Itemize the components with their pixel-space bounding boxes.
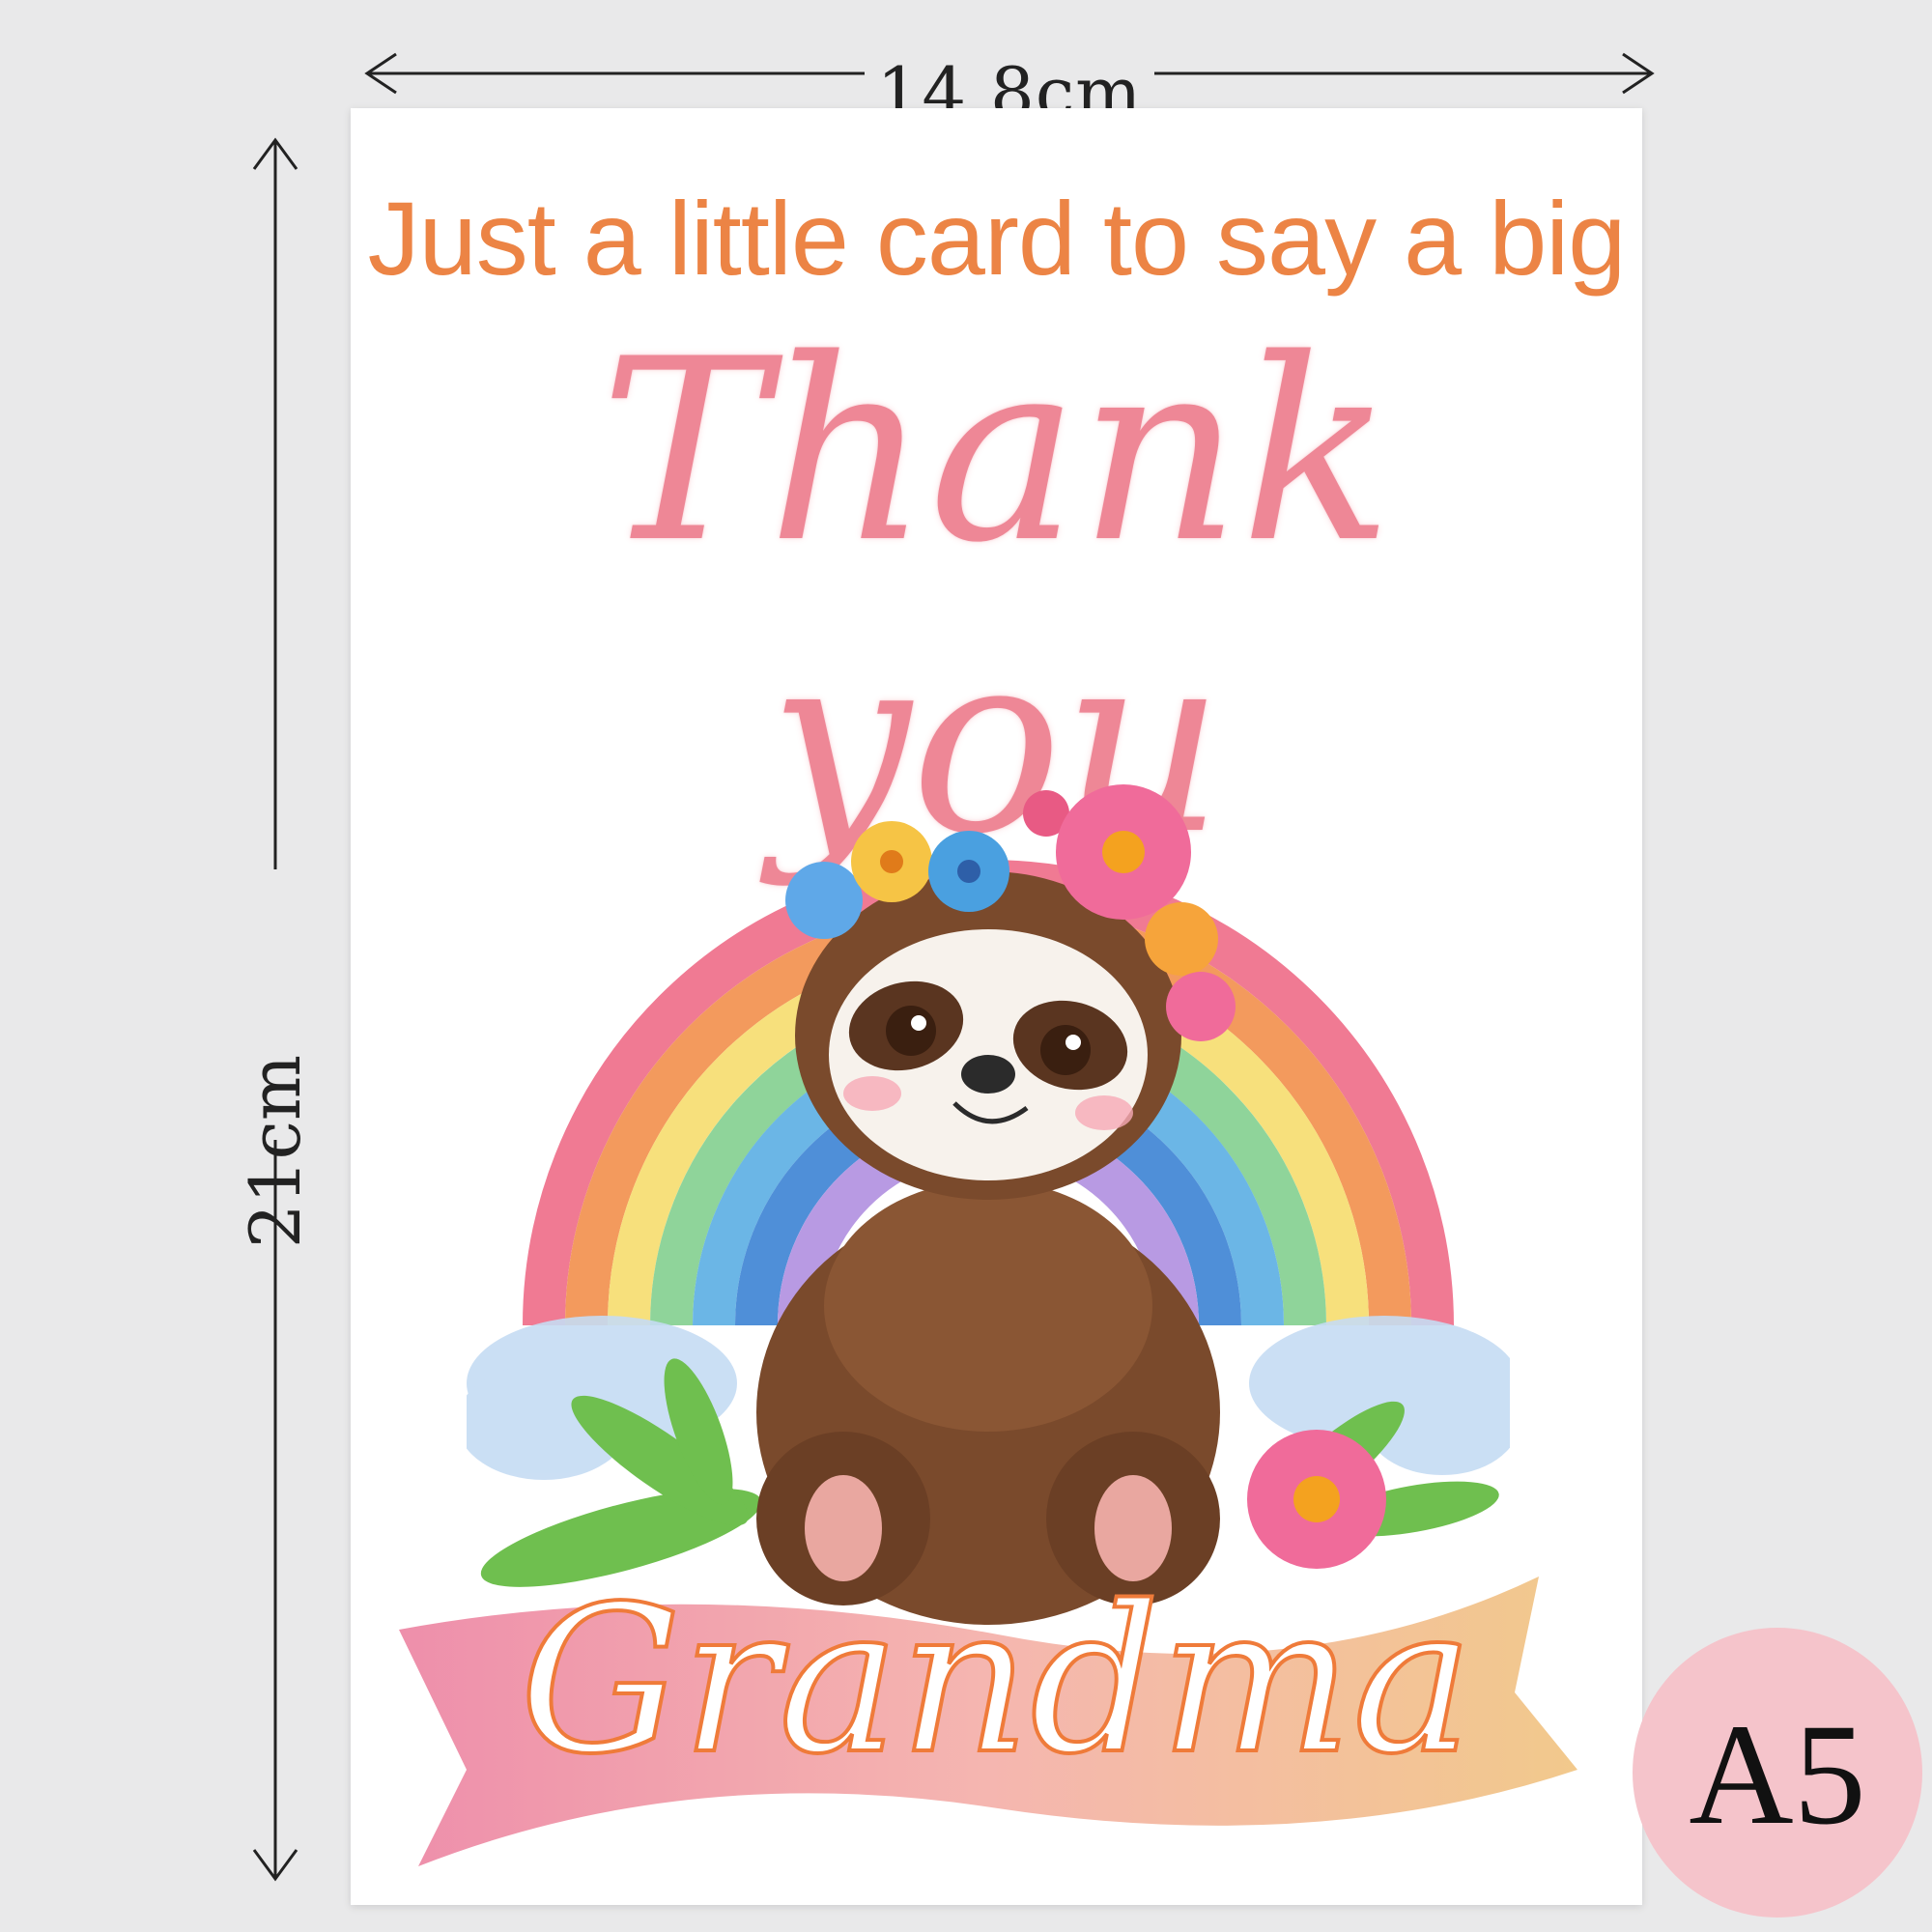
width-dimension: 14.8cm (362, 37, 1657, 133)
height-dimension: 21cm (227, 135, 316, 1884)
recipient-name: Grandma (518, 1560, 1475, 1801)
size-badge-label: A5 (1689, 1694, 1866, 1855)
height-label: 21cm (235, 1054, 316, 1249)
sloth-rainbow-illustration (467, 784, 1510, 1625)
size-badge: A5 (1633, 1628, 1922, 1918)
greeting-card: Just a little card to say a big Thank yo… (351, 108, 1642, 1905)
card-subtitle: Just a little card to say a big (367, 180, 1627, 297)
